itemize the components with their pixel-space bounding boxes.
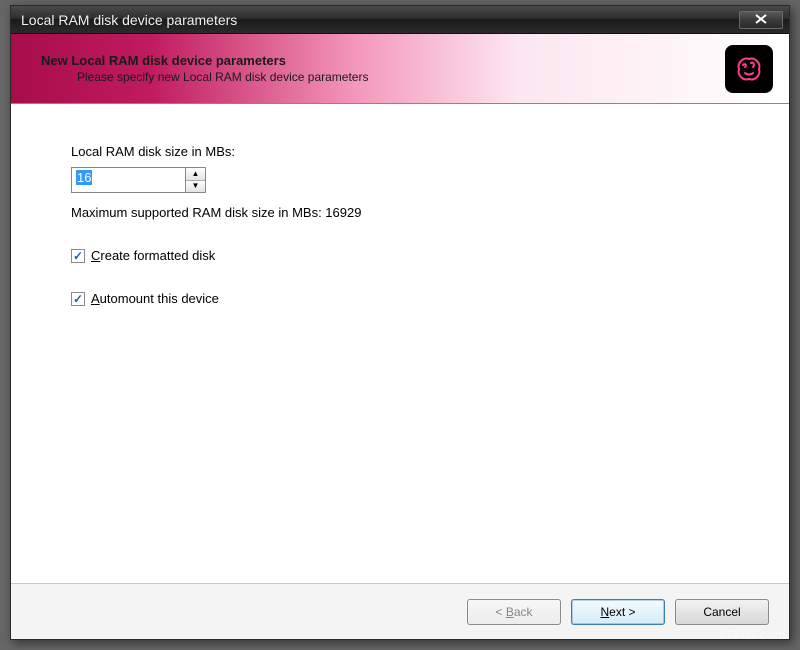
- size-input[interactable]: 16: [71, 167, 186, 193]
- close-icon: [755, 13, 767, 27]
- checkmark-icon: ✓: [73, 250, 83, 262]
- automount-label[interactable]: Automount this device: [91, 291, 219, 306]
- wizard-header-title: New Local RAM disk device parameters: [41, 53, 725, 68]
- back-button[interactable]: < Back: [467, 599, 561, 625]
- size-spinner: 16 ▲ ▼: [71, 167, 729, 193]
- chevron-up-icon: ▲: [192, 170, 200, 178]
- create-formatted-checkbox[interactable]: ✓: [71, 249, 85, 263]
- wizard-window: Local RAM disk device parameters New Loc…: [10, 5, 790, 640]
- wizard-header: New Local RAM disk device parameters Ple…: [11, 34, 789, 104]
- window-title: Local RAM disk device parameters: [21, 12, 739, 28]
- size-input-value: 16: [76, 170, 92, 185]
- automount-row: ✓ Automount this device: [71, 291, 729, 306]
- max-size-text: Maximum supported RAM disk size in MBs: …: [71, 205, 729, 220]
- create-formatted-label[interactable]: Create formatted disk: [91, 248, 215, 263]
- size-label: Local RAM disk size in MBs:: [71, 144, 729, 159]
- automount-checkbox[interactable]: ✓: [71, 292, 85, 306]
- close-button[interactable]: [739, 11, 783, 29]
- checkmark-icon: ✓: [73, 293, 83, 305]
- spinner-buttons: ▲ ▼: [186, 167, 206, 193]
- spinner-up-button[interactable]: ▲: [186, 168, 205, 181]
- cancel-button[interactable]: Cancel: [675, 599, 769, 625]
- brain-icon: [725, 45, 773, 93]
- wizard-footer: < Back Next > Cancel: [11, 583, 789, 639]
- wizard-header-text: New Local RAM disk device parameters Ple…: [41, 53, 725, 84]
- titlebar[interactable]: Local RAM disk device parameters: [11, 6, 789, 34]
- wizard-content: Local RAM disk size in MBs: 16 ▲ ▼ Maxim…: [11, 104, 789, 583]
- create-formatted-row: ✓ Create formatted disk: [71, 248, 729, 263]
- wizard-header-subtitle: Please specify new Local RAM disk device…: [41, 70, 725, 84]
- spinner-down-button[interactable]: ▼: [186, 181, 205, 193]
- chevron-down-icon: ▼: [192, 182, 200, 190]
- next-button[interactable]: Next >: [571, 599, 665, 625]
